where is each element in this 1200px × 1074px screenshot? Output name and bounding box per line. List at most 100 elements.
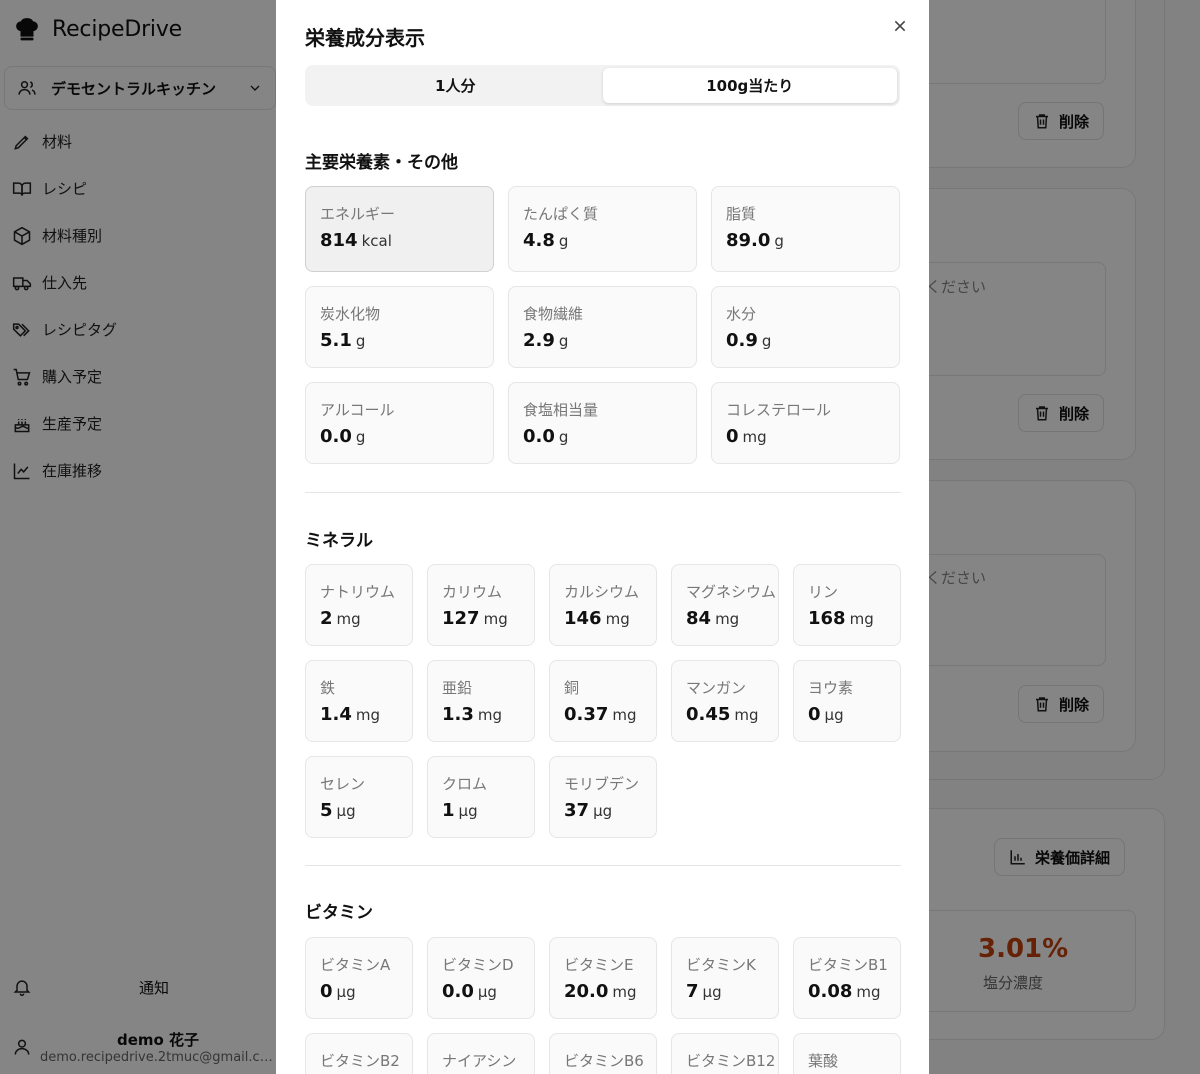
serving-toggle: 1人分 100g当たり — [305, 65, 900, 106]
nutrient-value: 5.1 g — [320, 330, 479, 351]
nutrient-name: エネルギー — [320, 205, 396, 223]
nutrient-number: 20.0 — [564, 981, 609, 1002]
nutrient-tile: 炭水化物 5.1 g — [305, 286, 494, 368]
nutrient-unit: mg — [612, 706, 637, 724]
nutrient-unit: mg — [336, 610, 361, 628]
nutrient-unit: mg — [742, 428, 767, 446]
nutrient-name: ビタミンA — [320, 956, 391, 974]
nutrient-tile: 葉酸 — [793, 1033, 901, 1074]
main-nutrient-grid: エネルギー 814 kcal たんぱく質 4.8 g 脂質 89.0 g 炭水化物 5.1 g … — [305, 186, 900, 464]
nutrient-name: カリウム — [442, 583, 503, 601]
nutrient-name: ナトリウム — [320, 583, 396, 601]
nutrient-value: 0.0 g — [523, 426, 682, 447]
nutrient-unit: µg — [702, 983, 722, 1001]
nutrient-unit: g — [761, 332, 772, 350]
nutrient-unit: g — [558, 232, 569, 250]
nutrient-tile: セレン 5 µg — [305, 756, 413, 838]
nutrient-unit: µg — [593, 802, 613, 820]
nutrient-number: 0 — [726, 426, 739, 447]
nutrient-value: 89.0 g — [726, 230, 885, 251]
nutrient-tile: クロム 1 µg — [427, 756, 535, 838]
section-divider — [305, 865, 901, 866]
nutrient-value: 2 mg — [320, 608, 398, 629]
nutrient-number: 0.37 — [564, 704, 609, 725]
mineral-grid: ナトリウム 2 mg カリウム 127 mg カルシウム 146 mg マグネシウム 84 mg… — [305, 564, 901, 838]
nutrient-number: 0.9 — [726, 330, 758, 351]
nutrient-unit: mg — [856, 983, 881, 1001]
nutrient-tile: たんぱく質 4.8 g — [508, 186, 697, 272]
nutrient-unit: g — [558, 332, 569, 350]
nutrient-name: ビタミンE — [564, 956, 634, 974]
nutrient-tile: ビタミンB1 0.08 mg — [793, 937, 901, 1019]
nutrient-value: 0.9 g — [726, 330, 885, 351]
nutrient-unit: g — [558, 428, 569, 446]
nutrient-value: 0 µg — [320, 981, 398, 1002]
nutrient-unit: g — [774, 232, 784, 250]
nutrient-name: ヨウ素 — [808, 679, 854, 697]
nutrient-tile: ビタミンA 0 µg — [305, 937, 413, 1019]
nutrient-number: 0.08 — [808, 981, 853, 1002]
nutrient-tile: ナトリウム 2 mg — [305, 564, 413, 646]
nutrient-value: 168 mg — [808, 608, 886, 629]
nutrient-value: 0 µg — [808, 704, 886, 725]
nutrient-value: 1.4 mg — [320, 704, 398, 725]
nutrient-name: マンガン — [686, 679, 747, 697]
nutrient-number: 1 — [442, 800, 455, 821]
nutrient-number: 4.8 — [523, 230, 555, 251]
nutrient-tile: 食物繊維 2.9 g — [508, 286, 697, 368]
nutrient-name: カルシウム — [564, 583, 640, 601]
nutrient-tile: ビタミンB2 — [305, 1033, 413, 1074]
nutrient-name: 葉酸 — [808, 1052, 839, 1070]
nutrient-tile: 食塩相当量 0.0 g — [508, 382, 697, 464]
nutrient-unit: mg — [477, 706, 503, 724]
nutrient-value: 2.9 g — [523, 330, 682, 351]
nutrient-unit: µg — [477, 983, 497, 1001]
nutrient-unit: mg — [734, 706, 759, 724]
nutrient-unit: µg — [458, 802, 478, 820]
nutrition-modal: 栄養成分表示 1人分 100g当たり 主要栄養素・その他 エネルギー 814 kca… — [276, 0, 929, 1074]
nutrient-name: リン — [808, 583, 839, 601]
nutrient-name: 銅 — [564, 679, 580, 697]
nutrient-tile: 銅 0.37 mg — [549, 660, 657, 742]
nutrient-value: 1 µg — [442, 800, 520, 821]
nutrient-tile: アルコール 0.0 g — [305, 382, 494, 464]
nutrient-name: 水分 — [726, 305, 757, 323]
nutrient-number: 127 — [442, 608, 480, 629]
nutrient-tile: カリウム 127 mg — [427, 564, 535, 646]
nutrient-number: 84 — [686, 608, 712, 629]
nutrient-tile: 水分 0.9 g — [711, 286, 900, 368]
section-title-main: 主要栄養素・その他 — [305, 153, 458, 173]
nutrient-unit: µg — [336, 983, 356, 1001]
nutrient-tile: 脂質 89.0 g — [711, 186, 900, 272]
close-icon — [894, 20, 906, 32]
nutrient-name: ビタミンB6 — [564, 1052, 644, 1070]
nutrient-value: 0 mg — [726, 426, 885, 447]
nutrient-unit: mg — [483, 610, 508, 628]
close-button[interactable] — [888, 14, 912, 38]
nutrient-unit: mg — [355, 706, 381, 724]
nutrient-name: 炭水化物 — [320, 305, 381, 323]
nutrient-tile: カルシウム 146 mg — [549, 564, 657, 646]
nutrient-value: 20.0 mg — [564, 981, 642, 1002]
nutrient-name: クロム — [442, 775, 488, 793]
nutrient-value: 0.0 µg — [442, 981, 520, 1002]
nutrient-name: モリブデン — [564, 775, 640, 793]
nutrient-name: ビタミンD — [442, 956, 514, 974]
tab-per-person[interactable]: 1人分 — [308, 68, 603, 103]
nutrient-value: 1.3 mg — [442, 704, 520, 725]
nutrient-value: 5 µg — [320, 800, 398, 821]
nutrient-tile: コレステロール 0 mg — [711, 382, 900, 464]
nutrient-unit: mg — [849, 610, 874, 628]
nutrient-tile: ヨウ素 0 µg — [793, 660, 901, 742]
nutrient-number: 7 — [686, 981, 699, 1002]
nutrient-number: 0 — [808, 704, 821, 725]
nutrient-value: 814 kcal — [320, 230, 479, 251]
nutrient-number: 2 — [320, 608, 333, 629]
tab-per-100g[interactable]: 100g当たり — [602, 68, 897, 103]
nutrient-name: ビタミンB1 — [808, 956, 888, 974]
nutrient-name: セレン — [320, 775, 366, 793]
nutrient-name: 食塩相当量 — [523, 401, 599, 419]
nutrient-value: 7 µg — [686, 981, 764, 1002]
nutrient-name: コレステロール — [726, 401, 832, 419]
section-title-mineral: ミネラル — [305, 531, 373, 551]
